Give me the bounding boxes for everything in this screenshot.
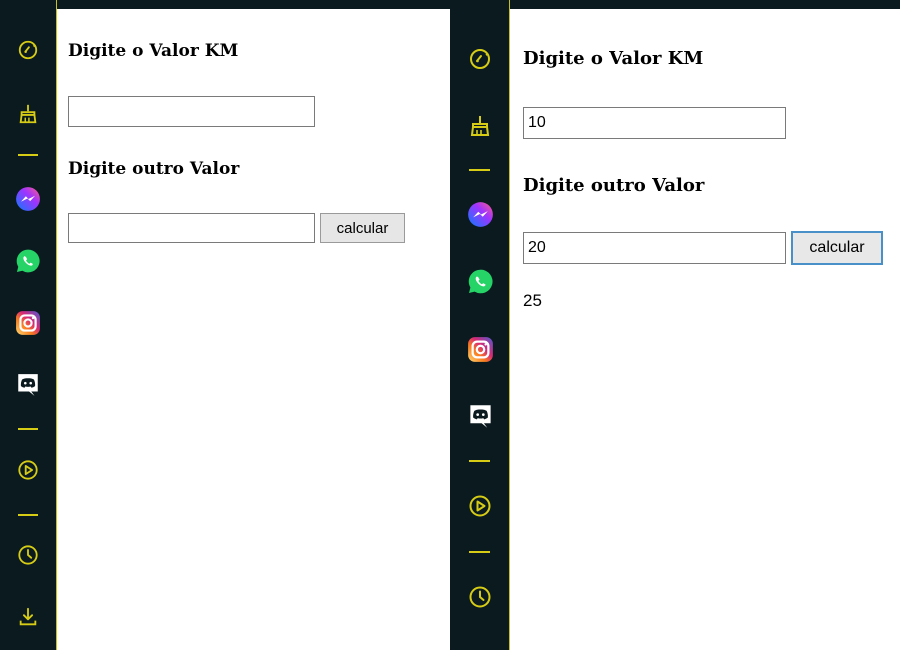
left-screenshot-panel: Digite o Valor KM Digite outro Valor cal… — [0, 0, 450, 650]
download-icon[interactable] — [14, 603, 42, 631]
clock-icon[interactable] — [465, 582, 495, 612]
right-screenshot-panel: Digite o Valor KM Digite outro Valor cal… — [450, 0, 900, 650]
other-value-input[interactable] — [68, 213, 315, 243]
page-content: Digite o Valor KM Digite outro Valor cal… — [510, 9, 900, 650]
discord-icon[interactable] — [464, 400, 496, 432]
km-input[interactable] — [68, 96, 315, 127]
discord-icon[interactable] — [13, 370, 43, 400]
km-label: Digite o Valor KM — [523, 48, 704, 69]
top-bar — [510, 0, 900, 9]
km-label: Digite o Valor KM — [68, 41, 239, 61]
km-input[interactable] — [523, 107, 786, 139]
clock-icon[interactable] — [14, 541, 42, 569]
broom-icon[interactable] — [465, 111, 495, 141]
speedometer-icon[interactable] — [465, 44, 495, 74]
play-icon[interactable] — [465, 491, 495, 521]
sidebar-divider — [18, 514, 38, 516]
other-value-label: Digite outro Valor — [523, 175, 705, 196]
instagram-icon[interactable] — [464, 333, 496, 365]
sidebar-divider — [469, 460, 490, 462]
sidebar-divider — [18, 154, 38, 156]
page-content: Digite o Valor KM Digite outro Valor cal… — [57, 9, 450, 650]
instagram-icon[interactable] — [13, 308, 43, 338]
sidebar-divider — [469, 551, 490, 553]
messenger-icon[interactable] — [13, 184, 43, 214]
sidebar-divider — [18, 428, 38, 430]
other-value-label: Digite outro Valor — [68, 159, 240, 179]
whatsapp-icon[interactable] — [464, 265, 496, 297]
calculate-button[interactable]: calcular — [320, 213, 405, 243]
sidebar-divider — [469, 169, 490, 171]
whatsapp-icon[interactable] — [13, 246, 43, 276]
calculate-button[interactable]: calcular — [791, 231, 883, 265]
top-bar — [57, 0, 450, 9]
play-icon[interactable] — [14, 456, 42, 484]
messenger-icon[interactable] — [464, 198, 496, 230]
other-value-input[interactable] — [523, 232, 786, 264]
speedometer-icon[interactable] — [14, 36, 42, 64]
app-sidebar — [450, 0, 510, 650]
broom-icon[interactable] — [14, 100, 42, 128]
result-text: 25 — [523, 291, 542, 310]
app-sidebar — [0, 0, 57, 650]
